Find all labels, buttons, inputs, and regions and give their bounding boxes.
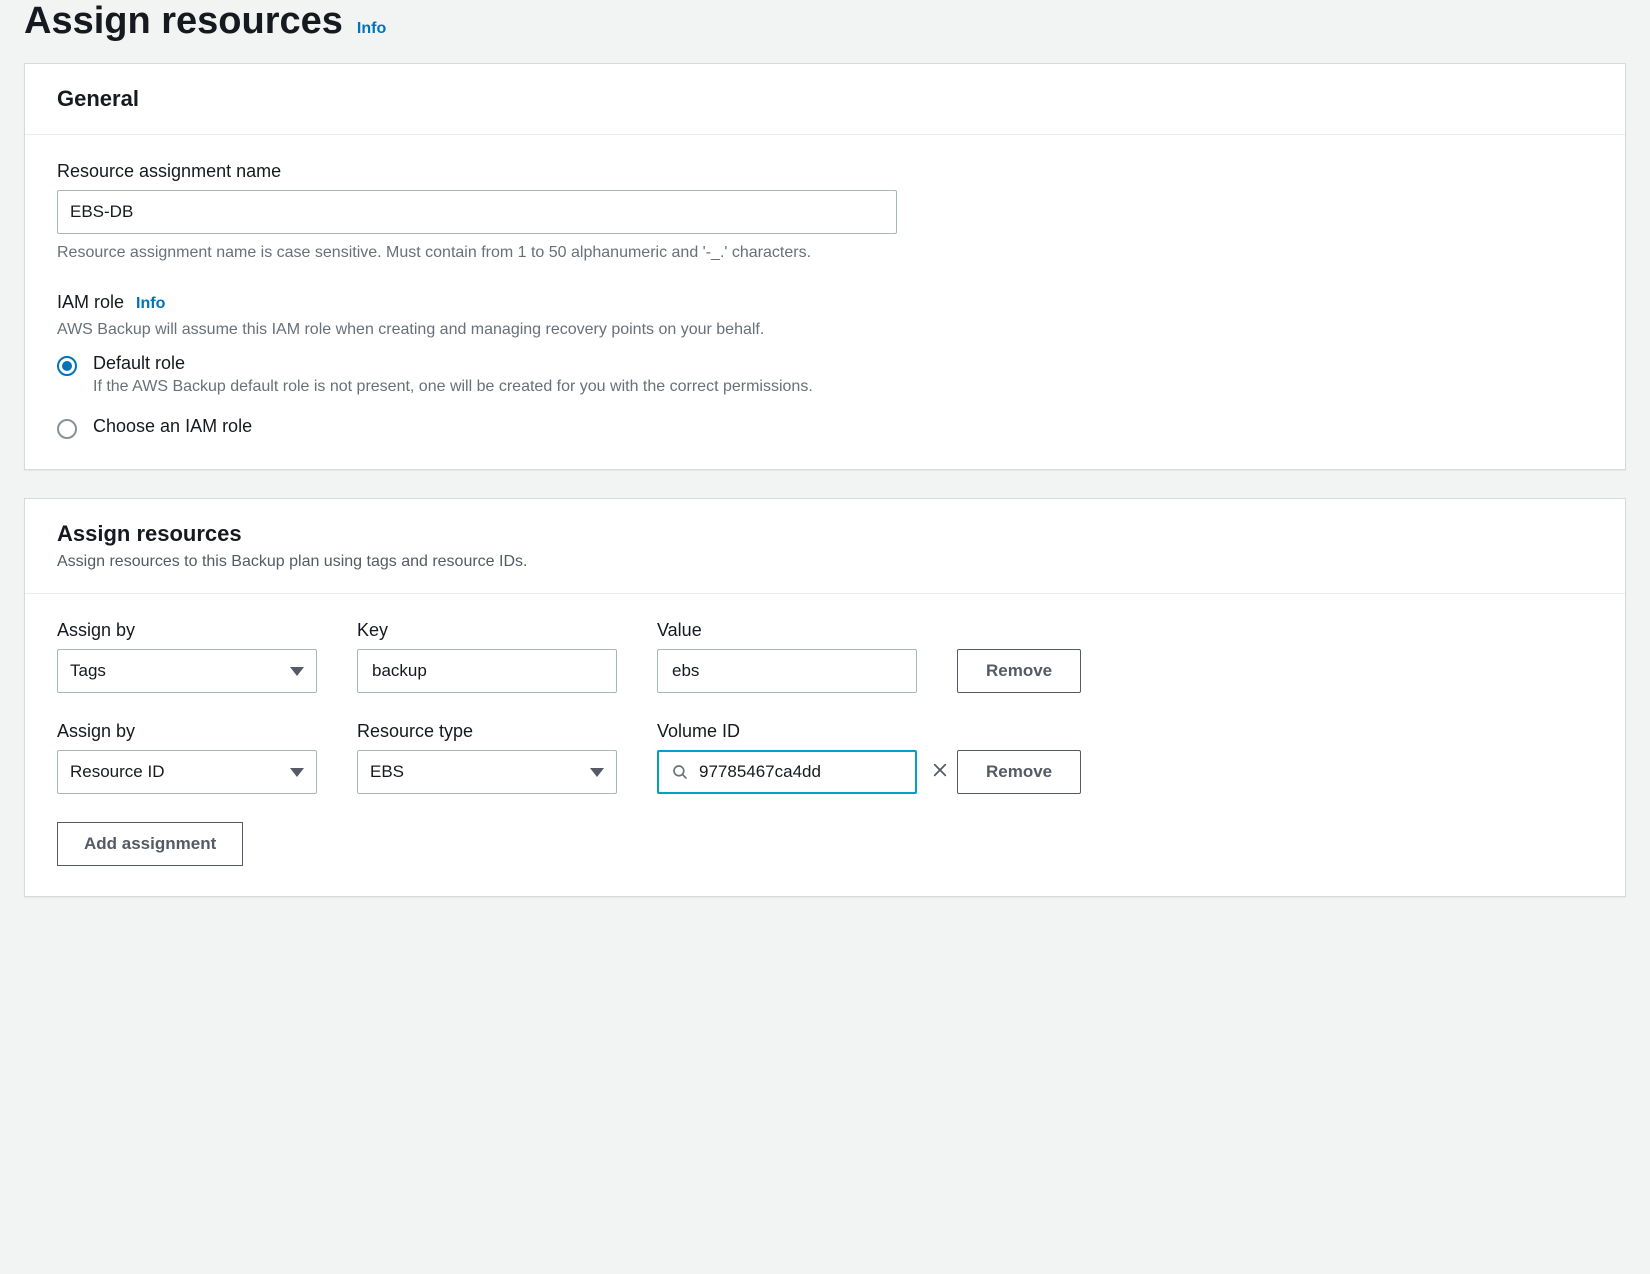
assign-by-label-1: Assign by xyxy=(57,721,317,742)
assign-row-resource-id: Assign by Resource ID Resource type EBS … xyxy=(57,721,1593,794)
general-heading: General xyxy=(57,86,1593,112)
radio-default-role[interactable]: Default role If the AWS Backup default r… xyxy=(57,353,1593,396)
iam-role-label: IAM role Info xyxy=(57,292,1593,313)
resource-type-select[interactable]: EBS xyxy=(357,750,617,794)
remove-button-0[interactable]: Remove xyxy=(957,649,1081,693)
add-assignment-button[interactable]: Add assignment xyxy=(57,822,243,866)
assign-row-tags: Assign by Tags Key Value xyxy=(57,620,1593,693)
iam-role-info-link[interactable]: Info xyxy=(136,295,165,313)
value-input[interactable] xyxy=(670,660,904,682)
volume-id-input[interactable] xyxy=(699,762,920,782)
radio-default-role-sub: If the AWS Backup default role is not pr… xyxy=(93,378,813,396)
resource-name-hint: Resource assignment name is case sensiti… xyxy=(57,244,1593,262)
resource-type-value: EBS xyxy=(370,762,404,782)
key-input-wrap[interactable] xyxy=(357,649,617,693)
search-icon xyxy=(671,763,689,781)
assign-by-select-0[interactable]: Tags xyxy=(57,649,317,693)
general-panel-header: General xyxy=(25,64,1625,135)
assign-by-label-0: Assign by xyxy=(57,620,317,641)
page-info-link[interactable]: Info xyxy=(357,20,386,38)
resource-name-label: Resource assignment name xyxy=(57,161,1593,182)
radio-choose-iam-role[interactable]: Choose an IAM role xyxy=(57,416,1593,439)
resource-name-input[interactable] xyxy=(57,190,897,234)
assign-resources-subheading: Assign resources to this Backup plan usi… xyxy=(57,553,1593,571)
key-label: Key xyxy=(357,620,617,641)
chevron-down-icon xyxy=(290,768,304,777)
radio-default-role-label: Default role xyxy=(93,353,813,374)
assign-by-select-1[interactable]: Resource ID xyxy=(57,750,317,794)
remove-button-1[interactable]: Remove xyxy=(957,750,1081,794)
clear-icon[interactable] xyxy=(930,762,950,782)
assign-by-select-value-0: Tags xyxy=(70,661,106,681)
page-title: Assign resources Info xyxy=(24,0,1626,43)
key-input[interactable] xyxy=(370,660,604,682)
page-title-text: Assign resources xyxy=(24,0,343,43)
value-input-wrap[interactable] xyxy=(657,649,917,693)
iam-role-label-text: IAM role xyxy=(57,292,124,313)
resource-type-label: Resource type xyxy=(357,721,617,742)
assign-resources-header: Assign resources Assign resources to thi… xyxy=(25,499,1625,594)
radio-choose-iam-role-label: Choose an IAM role xyxy=(93,416,252,437)
general-panel: General Resource assignment name Resourc… xyxy=(24,63,1626,470)
volume-id-label: Volume ID xyxy=(657,721,917,742)
volume-id-input-wrap[interactable] xyxy=(657,750,917,794)
assign-resources-panel: Assign resources Assign resources to thi… xyxy=(24,498,1626,897)
radio-default-role-control[interactable] xyxy=(57,356,77,376)
chevron-down-icon xyxy=(590,768,604,777)
assign-by-select-value-1: Resource ID xyxy=(70,762,164,782)
value-label: Value xyxy=(657,620,917,641)
assign-resources-heading: Assign resources xyxy=(57,521,1593,547)
iam-role-hint: AWS Backup will assume this IAM role whe… xyxy=(57,321,1593,339)
chevron-down-icon xyxy=(290,667,304,676)
radio-choose-iam-role-control[interactable] xyxy=(57,419,77,439)
